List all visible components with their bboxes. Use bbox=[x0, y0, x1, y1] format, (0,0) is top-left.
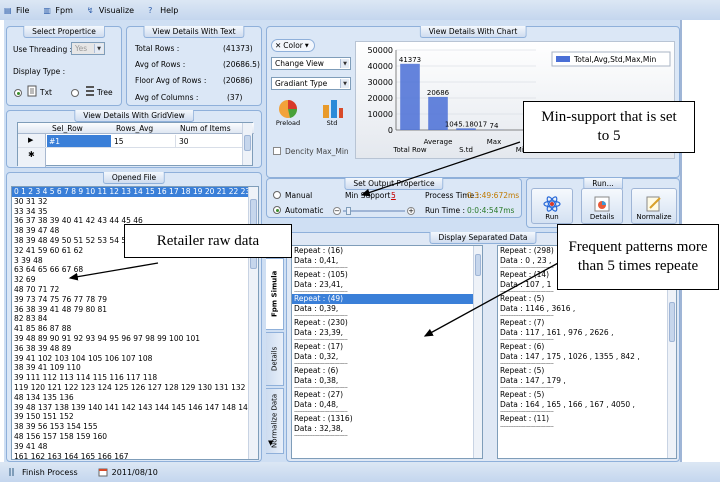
retailer-callout: Retailer raw data bbox=[124, 224, 292, 258]
min-support-arrow bbox=[360, 141, 521, 197]
min-support-callout: Min-support that is set to 5 bbox=[523, 101, 695, 153]
frequent-callout: Frequent patterns more than 5 times repe… bbox=[557, 224, 719, 290]
frequent-arrow bbox=[423, 261, 561, 337]
retailer-arrow bbox=[68, 262, 159, 281]
